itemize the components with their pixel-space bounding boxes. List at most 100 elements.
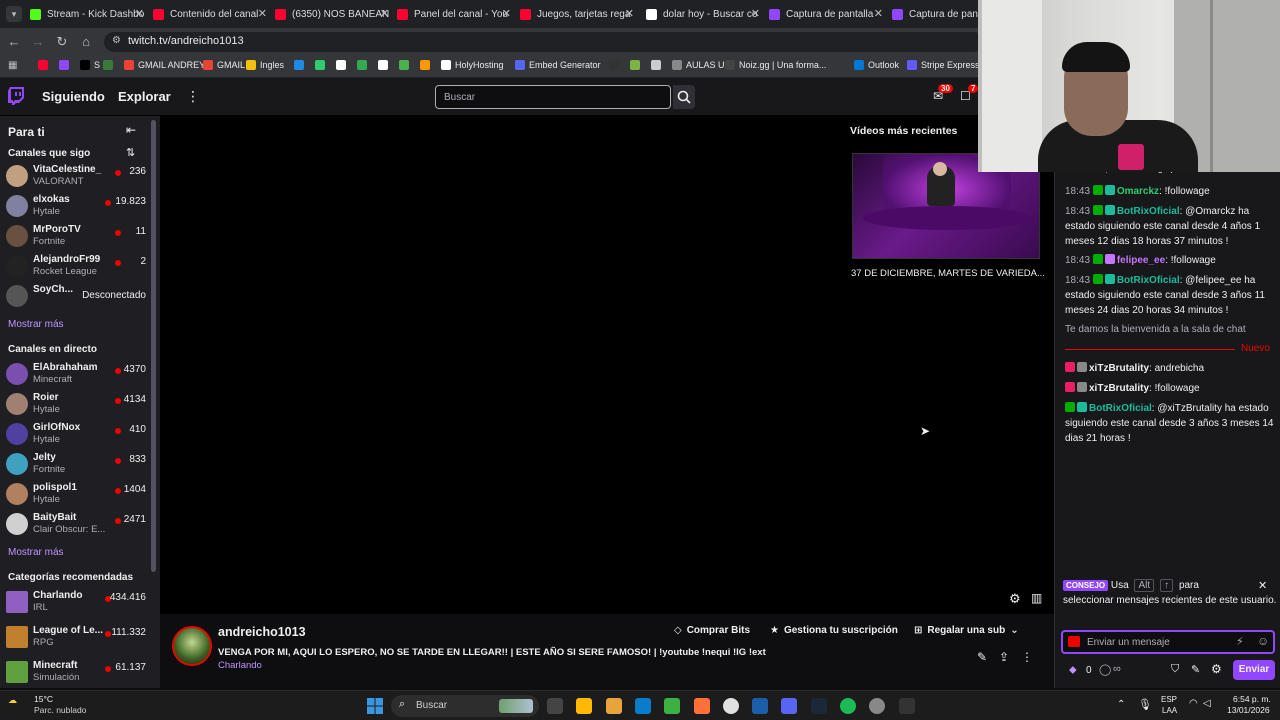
gift-sub-button[interactable]: ⊞ Regalar una sub ⌄ [914, 625, 1019, 636]
edit-icon[interactable]: ✎ [977, 650, 987, 664]
bookmark-item[interactable] [336, 60, 350, 70]
bookmark-item[interactable] [651, 60, 665, 70]
tab-list-button[interactable]: ▾ [6, 6, 22, 22]
close-tab-icon[interactable]: ✕ [258, 7, 267, 20]
browser-tab[interactable]: Stream - Kick Dashbo ✕ [30, 4, 148, 24]
live-channel-item[interactable]: Jelty Fortnite 833 [6, 450, 146, 478]
sidebar-scrollbar[interactable] [151, 120, 156, 572]
home-icon[interactable]: ⌂ [78, 34, 94, 49]
buy-bits-button[interactable]: ◇ Comprar Bits [674, 625, 750, 636]
close-tab-icon[interactable]: ✕ [874, 7, 883, 20]
live-channel-item[interactable]: ElAbrahaham Minecraft 4370 [6, 360, 146, 388]
sort-icon[interactable]: ⇅ [126, 146, 135, 159]
gift-emote-icon[interactable]: ⚡ [1236, 635, 1244, 648]
url-bar[interactable]: ⚙ twitch.tv/andreicho1013 [104, 32, 984, 52]
search-button[interactable] [673, 85, 695, 109]
share-icon[interactable]: ⇪ [999, 650, 1009, 664]
collapse-sidebar-icon[interactable]: ⇤ [126, 123, 136, 137]
manage-sub-button[interactable]: ★ Gestiona tu suscripción [770, 625, 898, 636]
live-channel-item[interactable]: polispol1 Hytale 1404 [6, 480, 146, 508]
apps-icon[interactable]: ▦ [8, 60, 17, 71]
chat-username[interactable]: BotRixOficial [1117, 206, 1180, 217]
nav-explore[interactable]: Explorar [118, 89, 171, 104]
close-tab-icon[interactable]: ✕ [380, 7, 389, 20]
close-tab-icon[interactable]: ✕ [135, 7, 144, 20]
bookmark-item[interactable]: S [80, 60, 100, 70]
clock-date[interactable]: 13/01/2026 [1227, 705, 1270, 715]
channel-name[interactable]: andreicho1013 [218, 625, 306, 639]
category-item[interactable]: Minecraft Simulación 61.137 [6, 658, 146, 686]
browser-tab[interactable]: dolar hoy - Buscar co ✕ [646, 4, 764, 24]
followed-channel-item[interactable]: MrPoroTV Fortnite 11 [6, 222, 146, 250]
chat-username[interactable]: Omarckz [1117, 186, 1159, 197]
bookmark-item[interactable] [38, 60, 52, 70]
copilot-icon[interactable] [576, 698, 593, 714]
bookmark-item[interactable] [609, 60, 623, 70]
nav-following[interactable]: Siguiendo [42, 89, 105, 104]
browser-tab[interactable]: Panel del canal - You ✕ [397, 4, 515, 24]
live-channel-item[interactable]: Roier Hytale 4134 [6, 390, 146, 418]
bookmark-item[interactable] [630, 60, 644, 70]
send-button[interactable]: Enviar [1233, 660, 1275, 680]
bookmark-item[interactable] [59, 60, 73, 70]
twitch-logo-icon[interactable] [8, 87, 24, 105]
chat-username[interactable]: xiTzBrutality [1089, 363, 1149, 374]
site-info-icon[interactable]: ⚙ [112, 35, 121, 46]
emote-picker-icon[interactable]: ☺ [1257, 634, 1269, 648]
bookmark-item[interactable]: Stripe Express [907, 60, 980, 70]
wifi-icon[interactable]: ◠ [1189, 698, 1198, 709]
back-icon[interactable]: ← [6, 34, 22, 49]
obs-icon[interactable] [869, 698, 886, 714]
tray-chevron-icon[interactable]: ⌃ [1117, 699, 1125, 710]
chat-settings-icon[interactable]: ⚙ [1211, 662, 1222, 676]
store-icon[interactable] [664, 698, 681, 714]
chat-username[interactable]: xiTzBrutality [1089, 383, 1149, 394]
edge-icon[interactable] [634, 698, 651, 714]
bookmark-item[interactable]: GMAIL [203, 60, 245, 70]
firefox-icon[interactable] [693, 698, 710, 714]
language-sub[interactable]: LAA [1162, 706, 1177, 715]
language-label[interactable]: ESP [1161, 695, 1177, 704]
taskbar-search[interactable]: ⌕ Buscar [391, 695, 539, 717]
bookmark-item[interactable] [378, 60, 392, 70]
close-tip-icon[interactable]: ✕ [1258, 579, 1267, 592]
video-player[interactable]: Vídeos más recientes 37 DE DICIEMBRE, MA… [160, 116, 1054, 614]
channel-points-icon[interactable]: ◯ [1099, 663, 1111, 676]
task-view-icon[interactable] [547, 698, 563, 714]
browser-tab[interactable]: (6350) NOS BANEAN ✕ [275, 4, 393, 24]
weather-temp[interactable]: 15°C [34, 694, 53, 704]
steam-icon[interactable] [810, 698, 827, 714]
app-icon[interactable] [898, 698, 915, 714]
forward-icon[interactable]: → [30, 34, 46, 49]
chat-message[interactable]: BotRixOficial: @xiTzBrutality ha estado … [1065, 401, 1277, 446]
chat-username[interactable]: felipee_ee [1117, 255, 1165, 266]
start-icon[interactable] [367, 698, 383, 714]
show-more-live[interactable]: Mostrar más [8, 547, 64, 558]
chat-message[interactable]: 18:43 BotRixOficial: @felipee_ee ha esta… [1065, 273, 1277, 318]
weather-desc[interactable]: Parc. nublado [34, 705, 86, 715]
live-channel-item[interactable]: BaityBait Clair Obscur: E... 2471 [6, 510, 146, 538]
recent-video-title[interactable]: 37 DE DICIEMBRE, MARTES DE VARIEDA... [851, 268, 1045, 279]
visual-studio-icon[interactable] [752, 698, 769, 714]
discord-icon[interactable] [781, 698, 798, 714]
bookmark-item[interactable]: Outlook [854, 60, 899, 70]
bookmark-item[interactable] [420, 60, 434, 70]
more-options-icon[interactable]: ⋮ [186, 88, 200, 105]
chat-message[interactable]: xiTzBrutality: !followage [1065, 381, 1277, 396]
spotify-icon[interactable] [840, 698, 856, 714]
followed-channel-item[interactable]: VitaCelestine_ VALORANT 236 [6, 162, 146, 190]
search-input[interactable]: Buscar [435, 85, 671, 109]
reload-icon[interactable]: ↻ [54, 34, 70, 50]
file-explorer-icon[interactable] [605, 698, 622, 714]
bookmark-item[interactable]: Noiz.gg | Una forma... [725, 60, 826, 70]
live-channel-item[interactable]: GirlOfNox Hytale 410 [6, 420, 146, 448]
more-actions-icon[interactable]: ⋮ [1021, 650, 1033, 664]
chat-input[interactable]: Enviar un mensaje ⚡ ☺ [1061, 630, 1275, 654]
bookmark-item[interactable] [399, 60, 413, 70]
shield-icon[interactable]: ⛉ [1171, 663, 1179, 676]
category-item[interactable]: Charlando IRL 434.416 [6, 588, 146, 616]
mod-tools-icon[interactable]: ✎ [1191, 663, 1200, 676]
chat-message[interactable]: 18:43 Omarckz: !followage [1065, 184, 1277, 199]
browser-tab[interactable]: Juegos, tarjetas rega ✕ [520, 4, 638, 24]
bookmark-item[interactable]: AULAS U [672, 60, 725, 70]
